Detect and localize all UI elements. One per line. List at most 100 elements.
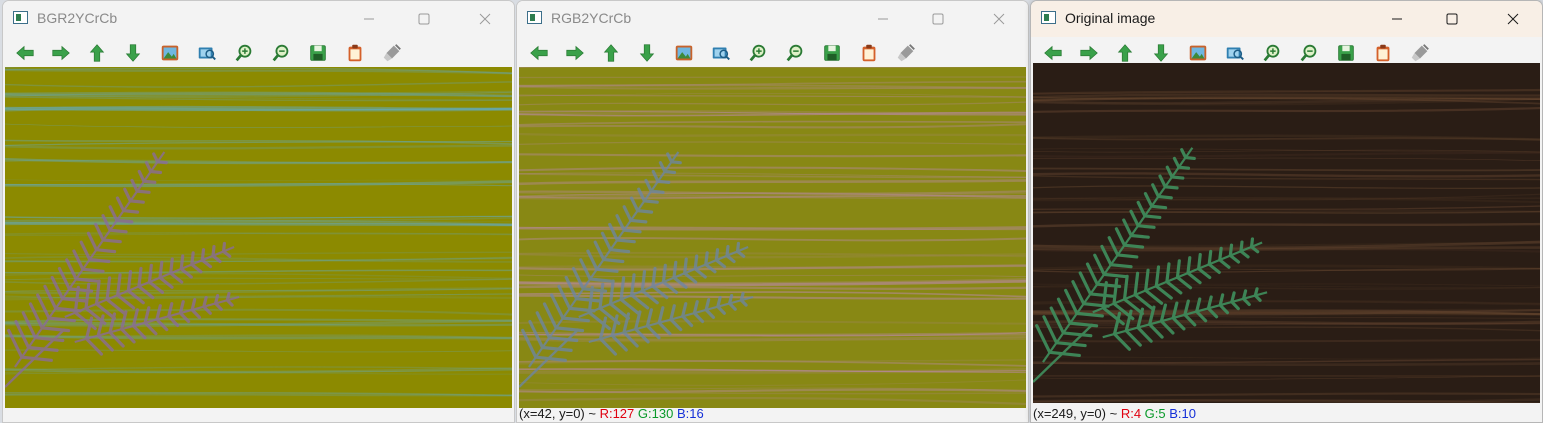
image-button[interactable] [1186, 41, 1210, 65]
zoom-out-icon [272, 44, 289, 62]
zoom-fit-button[interactable] [1223, 41, 1247, 65]
settings-brush-button[interactable] [1408, 41, 1432, 65]
image-button[interactable] [158, 41, 182, 65]
status-green: G:5 [1144, 406, 1166, 421]
window-title: BGR2YCrCb [37, 10, 118, 26]
arrow-up-button[interactable] [599, 41, 623, 65]
minimize-icon [364, 18, 374, 20]
close-icon [479, 13, 491, 25]
settings-brush-button[interactable] [894, 41, 918, 65]
image-view [5, 67, 512, 408]
image-canvas[interactable] [519, 67, 1026, 408]
arrow-left-button[interactable] [1041, 41, 1065, 65]
zoom-in-button[interactable] [746, 41, 770, 65]
minimize-button[interactable] [1374, 1, 1420, 37]
maximize-icon [932, 13, 944, 25]
zoom-in-icon [1263, 44, 1280, 62]
title-bar[interactable]: RGB2YCrCb [517, 1, 1028, 37]
zoom-in-button[interactable] [232, 41, 256, 65]
window-title: Original image [1065, 10, 1156, 26]
status-coords: (x=249, y=0) ~ [1033, 406, 1121, 421]
arrow-down-icon [1153, 44, 1169, 62]
copy-icon [1376, 44, 1390, 62]
close-button[interactable] [1490, 1, 1536, 37]
settings-brush-icon [1411, 44, 1429, 62]
arrow-left-icon [16, 45, 34, 61]
settings-brush-icon [897, 44, 915, 62]
image-canvas[interactable] [5, 67, 512, 408]
arrow-down-button[interactable] [1149, 41, 1173, 65]
save-button[interactable] [1334, 41, 1358, 65]
zoom-out-button[interactable] [783, 41, 807, 65]
settings-brush-button[interactable] [380, 41, 404, 65]
status-green: G:130 [637, 406, 674, 421]
close-icon [993, 13, 1005, 25]
copy-button[interactable] [1371, 41, 1395, 65]
maximize-icon [418, 13, 430, 25]
arrow-down-button[interactable] [635, 41, 659, 65]
arrow-left-button[interactable] [527, 41, 551, 65]
arrow-up-button[interactable] [85, 41, 109, 65]
minimize-button[interactable] [346, 1, 392, 37]
arrow-right-button[interactable] [49, 41, 73, 65]
image-button[interactable] [672, 41, 696, 65]
toolbar [3, 37, 514, 67]
status-blue: B:16 [676, 406, 704, 421]
save-icon [310, 45, 326, 61]
arrow-up-icon [1117, 44, 1133, 62]
title-bar[interactable]: Original image [1031, 1, 1542, 37]
close-button[interactable] [976, 1, 1022, 37]
save-button[interactable] [820, 41, 844, 65]
arrow-right-button[interactable] [563, 41, 587, 65]
status-blue: B:10 [1169, 406, 1197, 421]
copy-button[interactable] [857, 41, 881, 65]
arrow-left-button[interactable] [13, 41, 37, 65]
zoom-out-button[interactable] [1297, 41, 1321, 65]
title-bar[interactable]: BGR2YCrCb [3, 1, 514, 37]
status-bar: (x=42, y=0) ~ R:127 G:130 B:16 [519, 406, 704, 422]
arrow-up-button[interactable] [1113, 41, 1137, 65]
image-icon [161, 45, 179, 61]
status-bar: (x=249, y=0) ~ R:4 G:5 B:10 [1033, 406, 1196, 422]
save-icon [1338, 45, 1354, 61]
image-view [1033, 63, 1540, 403]
window-rgb2ycrcb[interactable]: RGB2YCrCb (x=42, y=0) ~ R:127 G:130 B:16 [516, 0, 1029, 423]
close-button[interactable] [462, 1, 508, 37]
arrow-up-icon [603, 44, 619, 62]
window-title: RGB2YCrCb [551, 10, 632, 26]
save-button[interactable] [306, 41, 330, 65]
save-icon [824, 45, 840, 61]
copy-button[interactable] [343, 41, 367, 65]
zoom-fit-icon [1226, 47, 1244, 61]
zoom-fit-button[interactable] [709, 41, 733, 65]
image-icon [675, 45, 693, 61]
image-icon [1189, 45, 1207, 61]
zoom-out-button[interactable] [269, 41, 293, 65]
window-bgr2ycrcb[interactable]: BGR2YCrCb [2, 0, 515, 423]
minimize-icon [878, 18, 888, 20]
maximize-icon [1446, 13, 1458, 25]
status-red: R:127 [599, 406, 635, 421]
image-canvas[interactable] [1033, 63, 1540, 403]
close-icon [1507, 13, 1519, 25]
app-icon [13, 11, 28, 24]
window-original-image[interactable]: Original image (x=249, y=0) ~ R:4 G:5 B:… [1030, 0, 1543, 423]
minimize-icon [1392, 18, 1402, 20]
arrow-down-button[interactable] [121, 41, 145, 65]
zoom-out-icon [1300, 44, 1317, 62]
zoom-in-icon [749, 44, 766, 62]
arrow-right-icon [1080, 45, 1098, 61]
maximize-button[interactable] [915, 1, 961, 37]
zoom-in-button[interactable] [1260, 41, 1284, 65]
arrow-left-icon [1044, 45, 1062, 61]
maximize-button[interactable] [1429, 1, 1475, 37]
zoom-fit-button[interactable] [195, 41, 219, 65]
copy-icon [348, 44, 362, 62]
arrow-down-icon [639, 44, 655, 62]
minimize-button[interactable] [860, 1, 906, 37]
settings-brush-icon [383, 44, 401, 62]
maximize-button[interactable] [401, 1, 447, 37]
arrow-right-button[interactable] [1077, 41, 1101, 65]
zoom-fit-icon [198, 47, 216, 61]
arrow-right-icon [52, 45, 70, 61]
